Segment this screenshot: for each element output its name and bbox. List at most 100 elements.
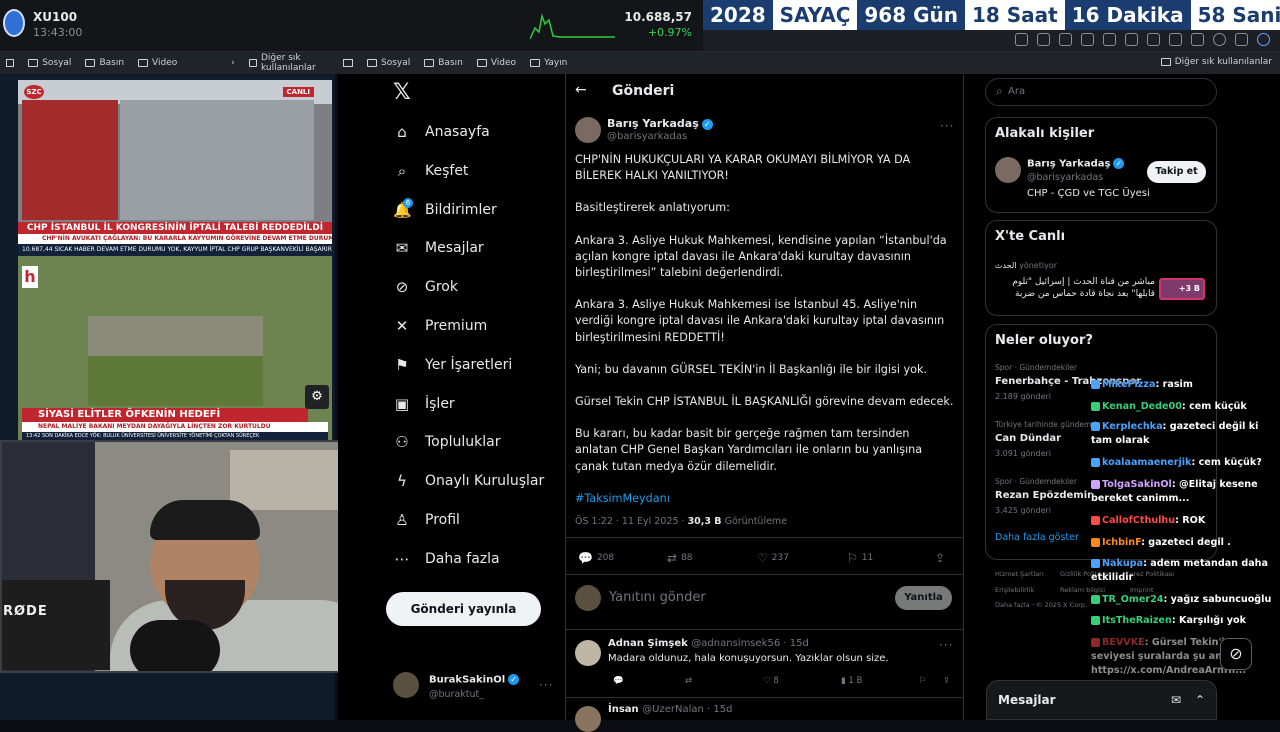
- chat-username[interactable]: BEVVKE: [1102, 637, 1145, 648]
- chat-username[interactable]: koalaamaenerjik: [1102, 457, 1191, 468]
- live-title[interactable]: مباشر من قناة الحدث | إسرائيل "تلوم قابل…: [995, 276, 1155, 300]
- puzzle-icon[interactable]: [1147, 33, 1160, 46]
- chat-username[interactable]: TolgaSakinOl: [1102, 479, 1172, 490]
- related-handle[interactable]: @barisyarkadas: [1027, 172, 1103, 183]
- footer-link[interactable]: Daha fazla ···: [995, 601, 1038, 609]
- chevron-up-icon[interactable]: ⌃: [1195, 693, 1205, 707]
- like-action[interactable]: ♡ 8: [763, 676, 779, 686]
- author-avatar[interactable]: [575, 117, 601, 143]
- comment-author[interactable]: Adnan Şimşek @adnansimsek56 · 15d: [608, 638, 809, 649]
- nav-item[interactable]: ϟ Onaylı Kuruluşlar: [393, 462, 544, 500]
- account-switcher[interactable]: BurakSakinOl ✓ @buraktut_ ···: [393, 672, 553, 706]
- reply-button[interactable]: Yanıtla: [895, 586, 952, 610]
- sidebar-toggle-icon[interactable]: [343, 59, 353, 67]
- read-aloud-icon[interactable]: [1037, 33, 1050, 46]
- post-button[interactable]: Gönderi yayınla: [386, 592, 541, 626]
- back-arrow-icon[interactable]: ←: [575, 82, 587, 98]
- grok-icon[interactable]: ⊘: [1220, 638, 1252, 670]
- copilot-icon[interactable]: [1257, 33, 1270, 46]
- bookmark-social[interactable]: Sosyal: [28, 58, 71, 68]
- nav-item[interactable]: ⚇ Topluluklar: [393, 423, 500, 461]
- nav-item[interactable]: ♙ Profil: [393, 501, 460, 539]
- live-count-badge[interactable]: +3 B: [1159, 278, 1205, 300]
- bookmark-stream[interactable]: Yayın: [530, 58, 567, 68]
- reply-action[interactable]: 💬 208: [578, 551, 614, 565]
- more-icon[interactable]: ···: [539, 678, 553, 692]
- more-icon[interactable]: [1235, 33, 1248, 46]
- comment-author[interactable]: İnsan @UzerNalan · 15d: [608, 704, 732, 715]
- nav-item[interactable]: ⌂ Anasayfa: [393, 113, 489, 151]
- shield-icon[interactable]: [1125, 33, 1138, 46]
- profile-icon[interactable]: [1213, 33, 1226, 46]
- nav-item[interactable]: ⚑ Yer İşaretleri: [393, 346, 512, 384]
- repost-action[interactable]: ⇄ 88: [667, 551, 693, 565]
- bookmark-press[interactable]: Basın: [85, 58, 124, 68]
- live-host[interactable]: الحدث yönetiyor: [995, 261, 1057, 270]
- comment-item[interactable]: İnsan @UzerNalan · 15d: [575, 704, 955, 732]
- post-more-icon[interactable]: ···: [940, 119, 954, 133]
- extension-icon[interactable]: [1081, 33, 1094, 46]
- x-logo-icon[interactable]: 𝕏: [393, 80, 411, 105]
- author-handle[interactable]: @barisyarkadas: [607, 131, 687, 142]
- chat-username[interactable]: TR_Omer24: [1102, 594, 1163, 605]
- like-action[interactable]: ♡ 237: [757, 551, 789, 565]
- chat-username[interactable]: MikePizza: [1102, 379, 1155, 390]
- gear-icon[interactable]: ⚙: [305, 385, 329, 409]
- bookmark-other[interactable]: Diğer sık kullanılanlar: [248, 53, 335, 73]
- share-icon[interactable]: ⇪: [943, 676, 950, 686]
- avatar[interactable]: [575, 706, 601, 732]
- bookmark-action[interactable]: ⚐ 11: [847, 551, 873, 565]
- sidebar-toggle-icon[interactable]: [6, 59, 15, 67]
- avatar[interactable]: [575, 640, 601, 666]
- reply-icon[interactable]: 💬: [613, 676, 624, 686]
- apps-icon[interactable]: [1015, 33, 1028, 46]
- trend-name[interactable]: Rezan Epözdemir: [995, 490, 1092, 501]
- author-name[interactable]: Barış Yarkadaş ✓: [607, 117, 713, 130]
- extension-icon[interactable]: [1103, 33, 1116, 46]
- favorites-icon[interactable]: [1191, 33, 1204, 46]
- nav-item[interactable]: ⋯ Daha fazla: [393, 540, 500, 578]
- bookmark-press[interactable]: Basın: [424, 58, 463, 68]
- share-action[interactable]: ⇪: [935, 551, 945, 565]
- show-more-link[interactable]: Daha fazla göster: [995, 532, 1079, 543]
- split-screen-icon[interactable]: [1169, 33, 1182, 46]
- footer-link[interactable]: Erişilebilirlik: [995, 586, 1034, 594]
- chat-username[interactable]: CallofCthulhu: [1102, 515, 1175, 526]
- chat-username[interactable]: ItsTheRaizen: [1102, 615, 1172, 626]
- chevron-right-icon[interactable]: ›: [231, 58, 235, 68]
- footer-link[interactable]: Hizmet Şartları: [995, 570, 1044, 578]
- comment-item[interactable]: Adnan Şimşek @adnansimsek56 · 15d ··· Ma…: [575, 638, 955, 698]
- related-name[interactable]: Barış Yarkadaş ✓: [1027, 158, 1125, 170]
- nav-item[interactable]: ▣ İşler: [393, 385, 455, 423]
- bookmark-other[interactable]: Diğer sık kullanılanlar: [1160, 57, 1272, 67]
- bookmark-video[interactable]: Video: [476, 58, 516, 68]
- trend-name[interactable]: Can Dündar: [995, 433, 1061, 444]
- follow-button[interactable]: Takip et: [1147, 161, 1206, 183]
- bookmark-icon[interactable]: ⚐: [919, 676, 927, 686]
- bookmark-social[interactable]: Sosyal: [367, 58, 410, 68]
- reply-input[interactable]: Yanıtını gönder: [609, 590, 706, 605]
- repost-icon[interactable]: ⇄: [685, 676, 692, 686]
- favorite-star-icon[interactable]: [1059, 33, 1072, 46]
- nav-item[interactable]: 🔔 Bildirimler: [393, 191, 497, 229]
- messages-drawer[interactable]: Mesajlar ✉ ⌃: [986, 680, 1217, 720]
- post-time[interactable]: ÖS 1:22 · 11 Eyl 2025 ·: [575, 516, 688, 527]
- footer-link[interactable]: © 2025 X Corp.: [1036, 601, 1087, 609]
- views-action[interactable]: ▮ 1 B: [841, 676, 862, 686]
- chat-username[interactable]: Kerplechka: [1102, 421, 1163, 432]
- nav-item[interactable]: ⌕ Keşfet: [393, 152, 469, 190]
- chat-username[interactable]: Nakupa: [1102, 558, 1143, 569]
- search-input[interactable]: Ara: [1008, 86, 1025, 97]
- reply-composer: Yanıtını gönder Yanıtla: [575, 585, 955, 613]
- chat-username[interactable]: IchbinF: [1102, 537, 1141, 548]
- search-box[interactable]: ⌕ Ara: [985, 78, 1217, 106]
- nav-item[interactable]: ✕ Premium: [393, 307, 488, 345]
- hashtag-link[interactable]: #TaksimMeydanı: [575, 491, 955, 507]
- chat-username[interactable]: Kenan_Dede00: [1102, 401, 1182, 412]
- nav-item[interactable]: ✉ Mesajlar: [393, 229, 484, 267]
- nav-item[interactable]: ⊘ Grok: [393, 268, 458, 306]
- comment-more-icon[interactable]: ···: [939, 638, 953, 652]
- new-message-icon[interactable]: ✉: [1171, 693, 1181, 707]
- avatar[interactable]: [995, 157, 1021, 183]
- bookmark-video[interactable]: Video: [138, 58, 177, 68]
